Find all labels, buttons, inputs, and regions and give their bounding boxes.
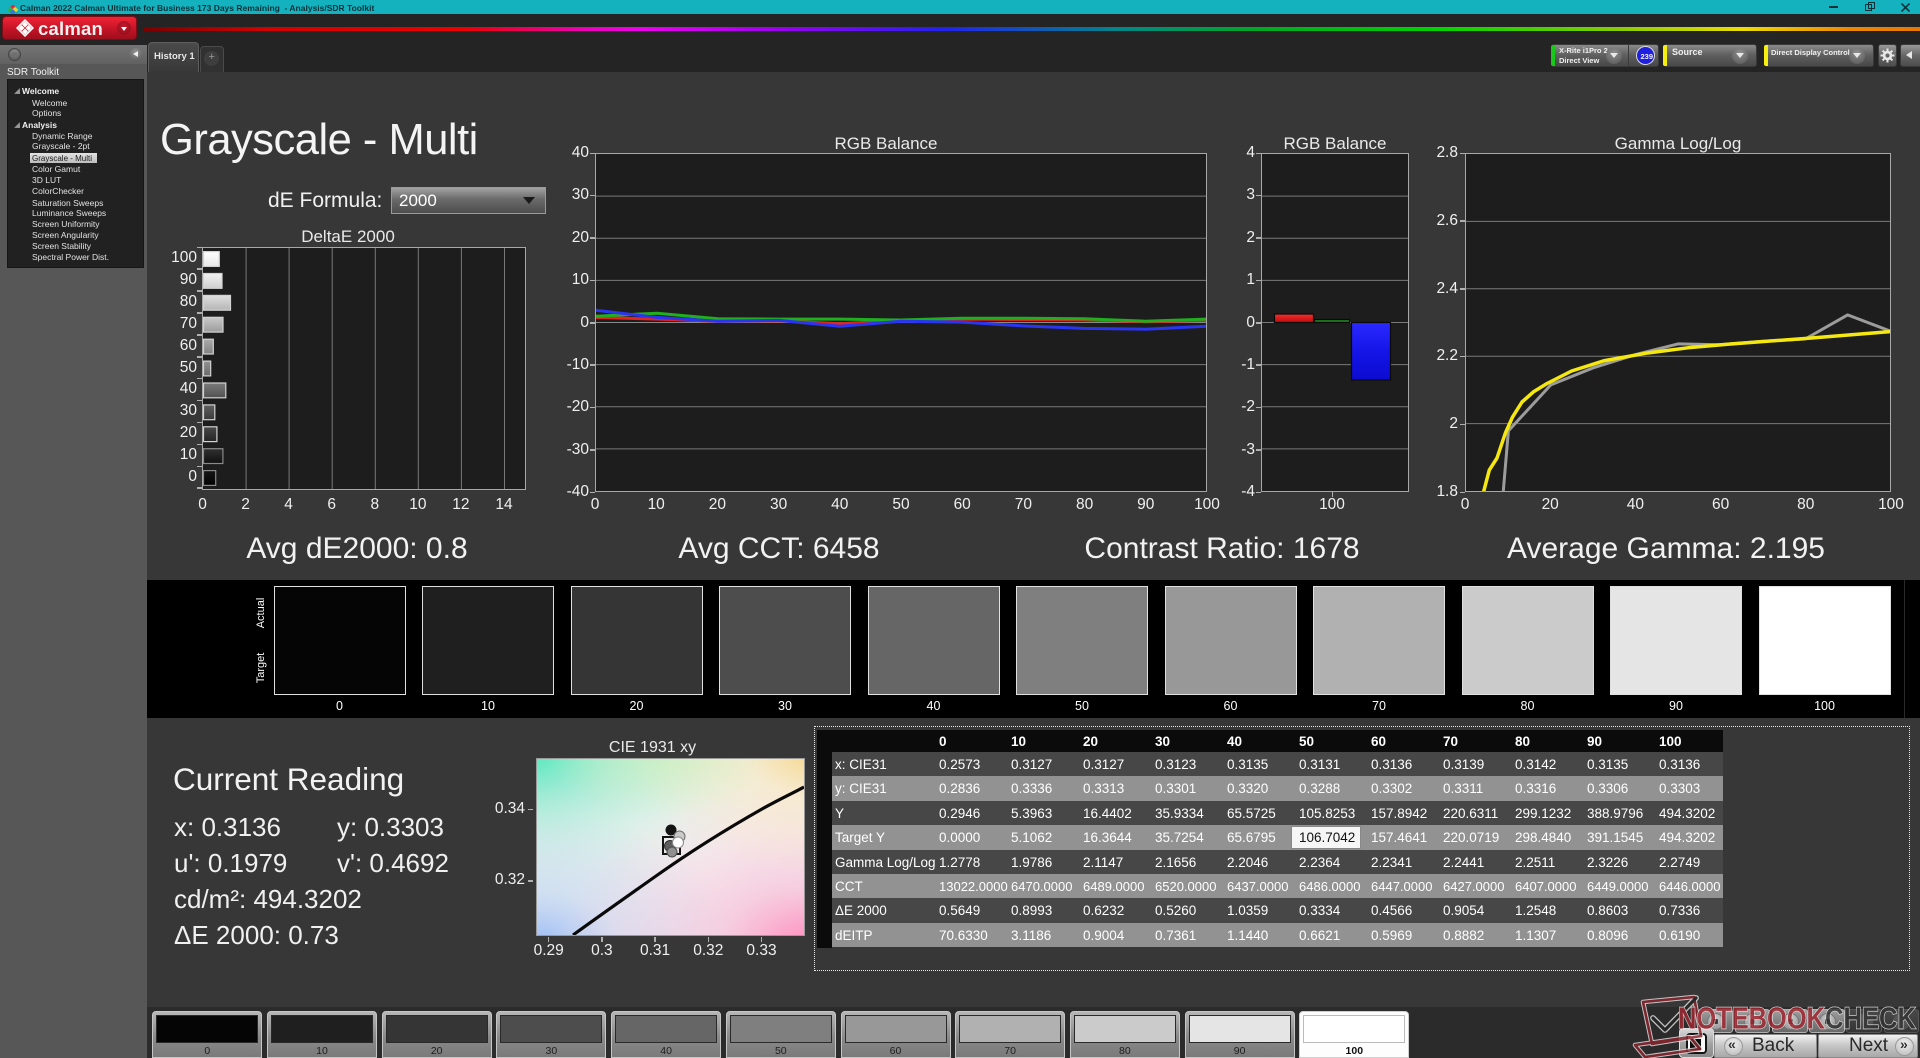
svg-text:CHECK: CHECK [1825,1001,1916,1036]
svg-text:NOTEBOOK: NOTEBOOK [1678,1001,1825,1036]
